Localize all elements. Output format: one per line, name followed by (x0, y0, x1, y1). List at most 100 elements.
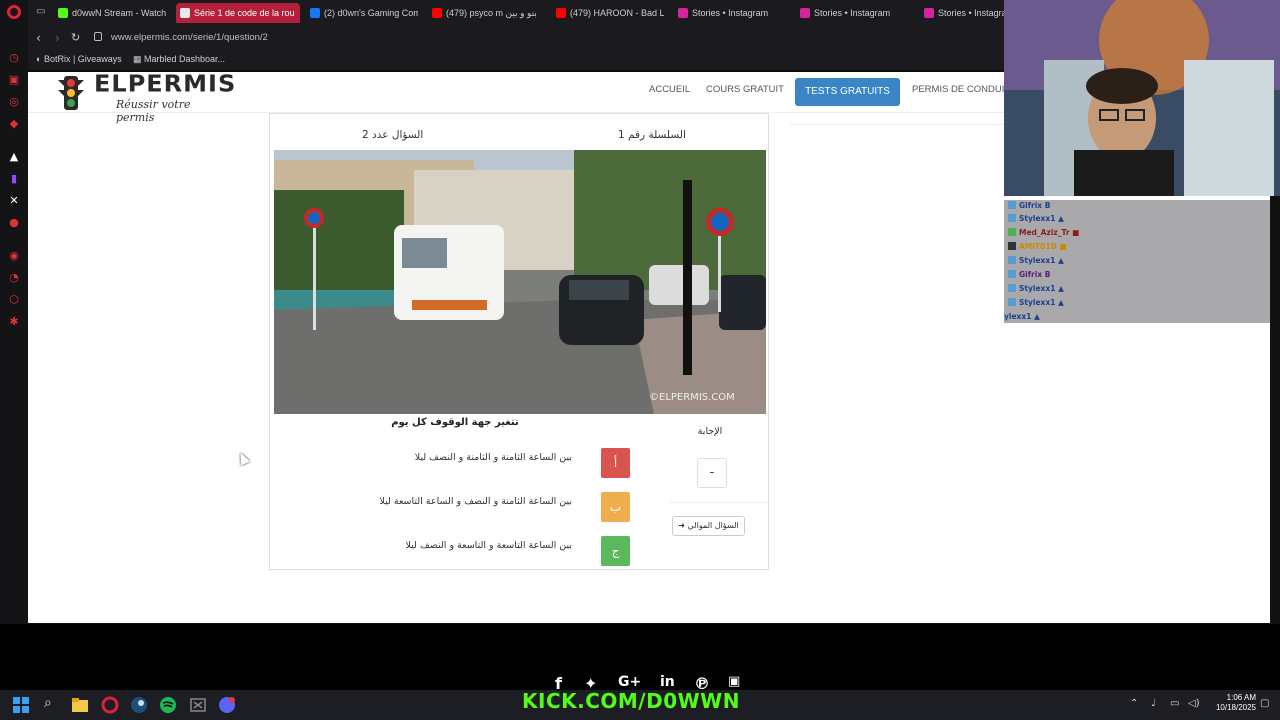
linkedin-icon[interactable]: in (660, 674, 675, 690)
tab-label: (479) HAROON - Bad Lu (570, 8, 664, 18)
tab-facebook[interactable]: (2) d0wn's Gaming Com (306, 3, 418, 23)
site-logo[interactable]: ELPERMIS Réussir votre permis (56, 72, 235, 124)
chat-message: ylexx1 ▲ (1004, 312, 1040, 324)
player-icon[interactable]: ◉ (8, 250, 20, 262)
history-icon[interactable]: ◷ (8, 52, 20, 64)
badge-icon (1008, 284, 1016, 292)
tab-label: d0wwN Stream - Watch (72, 8, 166, 18)
bag-icon[interactable]: ▣ (8, 74, 20, 86)
badge-icon (1008, 298, 1016, 306)
screen: ◷ ▣ ◎ ◆ ▲ ▮ ✕ ● ◉ ◔ ⬡ ✱ GX ▭ d0wwN Strea… (0, 0, 1280, 720)
tray-chevron-icon[interactable]: ⌃ (1130, 698, 1138, 709)
question-caption: تتغير جهة الوقوف كل يوم (391, 417, 519, 428)
volume-icon[interactable]: ◁) (1188, 698, 1200, 709)
badge-icon (1008, 228, 1016, 236)
ai-icon[interactable]: ▲ (8, 151, 20, 163)
youtube-icon[interactable]: ▣ (728, 674, 740, 689)
search-icon[interactable]: ⌕ (44, 695, 52, 711)
tab-instagram-3[interactable]: Stories • Instagra (920, 3, 1004, 23)
next-question-label: السؤال الموالي (687, 521, 739, 530)
settings-icon[interactable]: ✱ (8, 316, 20, 328)
instagram-icon[interactable]: ◎ (8, 96, 20, 108)
chat-username: AMIT01D (1019, 242, 1057, 251)
bookmark-botrix[interactable]: ◐ BotRix | Giveaways (36, 54, 122, 64)
x-icon[interactable]: ✕ (8, 195, 20, 207)
chat-message: Stylexx1 ▲ (1008, 256, 1064, 268)
scrollbar[interactable] (1270, 200, 1280, 623)
taskbar-clock[interactable]: 1:06 AM 10/18/2025 (1204, 693, 1256, 713)
chat-text: ▲ (1058, 284, 1064, 293)
twitch-icon[interactable]: ▮ (8, 173, 20, 185)
tab-menu-icon[interactable]: ▭ (36, 6, 45, 17)
nav-tests-gratuits[interactable]: TESTS GRATUITS (795, 78, 900, 106)
divider (790, 124, 1004, 125)
cube-icon[interactable]: ⬡ (8, 294, 20, 306)
answer-label: الإجابة (697, 426, 723, 437)
opera-gx-icon[interactable] (101, 696, 119, 714)
badge-icon (1008, 242, 1016, 250)
tab-elpermis[interactable]: Série 1 de code de la rou (176, 3, 300, 23)
nav-permis-de-conduire[interactable]: PERMIS DE CONDUIRE (912, 84, 1018, 95)
bookmark-marbled[interactable]: ▦ Marbled Dashboar... (133, 54, 225, 65)
file-explorer-icon[interactable] (71, 696, 89, 714)
tab-youtube-2[interactable]: (479) HAROON - Bad Lu (552, 3, 664, 23)
next-question-button[interactable]: ➜ السؤال الموالي (672, 516, 745, 536)
option-a-button[interactable]: أ (601, 448, 630, 478)
google-plus-icon[interactable]: G+ (618, 674, 641, 690)
opera-logo-icon[interactable] (7, 5, 21, 19)
chat-username: Stylexx1 (1019, 214, 1056, 223)
tab-label: Stories • Instagra (938, 8, 1004, 18)
chat-message: Med_Aziz_Tr ■ (1008, 228, 1079, 240)
chat-username: Gifrix (1019, 201, 1043, 210)
instagram-favicon-icon (924, 8, 934, 18)
badge-icon (1008, 201, 1016, 209)
nav-cours-gratuit[interactable]: COURS GRATUIT (706, 84, 784, 95)
tab-youtube-1[interactable]: (479) psyco m بنو و بين (428, 3, 540, 23)
option-b-button[interactable]: ب (601, 492, 630, 522)
reload-icon[interactable]: ↻ (71, 31, 80, 44)
answer-display: - (697, 458, 727, 488)
windows-start-icon[interactable] (12, 696, 30, 714)
music-icon[interactable]: ● (8, 217, 20, 229)
chat-text: ▲ (1058, 214, 1064, 223)
clock-icon[interactable]: ◔ (8, 272, 20, 284)
tab-instagram-1[interactable]: Stories • Instagram (674, 3, 786, 23)
spotify-icon[interactable] (159, 696, 177, 714)
streamer-webcam-image (1004, 0, 1280, 196)
tab-kick[interactable]: d0wwN Stream - Watch (54, 3, 166, 23)
divider (670, 502, 768, 503)
option-c-button[interactable]: ج (601, 536, 630, 566)
facebook-favicon-icon (310, 8, 320, 18)
chat-text: ▲ (1058, 256, 1064, 265)
tab-instagram-2[interactable]: Stories • Instagram (796, 3, 908, 23)
youtube-favicon-icon (556, 8, 566, 18)
badge-icon (1008, 214, 1016, 222)
kick-favicon-icon (58, 8, 68, 18)
logo-wordmark: ELPERMIS (94, 72, 237, 98)
forward-icon[interactable]: › (55, 31, 60, 45)
tab-strip: ▭ d0wwN Stream - Watch Série 1 de code d… (28, 0, 1004, 26)
nav-accueil[interactable]: ACCUEIL (649, 84, 690, 95)
notifications-icon[interactable]: ▢ (1260, 698, 1269, 709)
messenger-icon[interactable]: ◆ (8, 118, 20, 130)
browser-sidebar: ◷ ▣ ◎ ◆ ▲ ▮ ✕ ● ◉ ◔ ⬡ ✱ GX (0, 0, 28, 690)
microphone-icon[interactable]: ♩ (1151, 698, 1156, 709)
image-watermark: ©ELPERMIS.COM (649, 392, 735, 403)
quiz-panel: السؤال عدد 2 السلسلة رقم 1 ©ELPERMIS.COM… (269, 113, 769, 570)
clock-time: 1:06 AM (1226, 693, 1256, 702)
url-field[interactable]: www.elpermis.com/serie/1/question/2 (111, 32, 268, 43)
tab-label: Série 1 de code de la rou (194, 8, 295, 18)
tab-label: (2) d0wn's Gaming Com (324, 8, 418, 18)
tab-label: Stories • Instagram (814, 8, 891, 18)
network-icon[interactable]: ▭ (1170, 698, 1179, 709)
chat-message: Gifrix B (1008, 270, 1050, 282)
excel-icon[interactable] (189, 696, 207, 714)
steam-icon[interactable] (130, 696, 148, 714)
chat-username: Gifrix (1019, 270, 1043, 279)
chat-username: ylexx1 (1004, 312, 1032, 321)
chat-text: B (1044, 270, 1051, 279)
chat-message: Stylexx1 ▲ (1008, 284, 1064, 296)
elpermis-favicon-icon (180, 8, 190, 18)
back-icon[interactable]: ‹ (36, 31, 41, 45)
discord-icon[interactable] (218, 696, 236, 714)
